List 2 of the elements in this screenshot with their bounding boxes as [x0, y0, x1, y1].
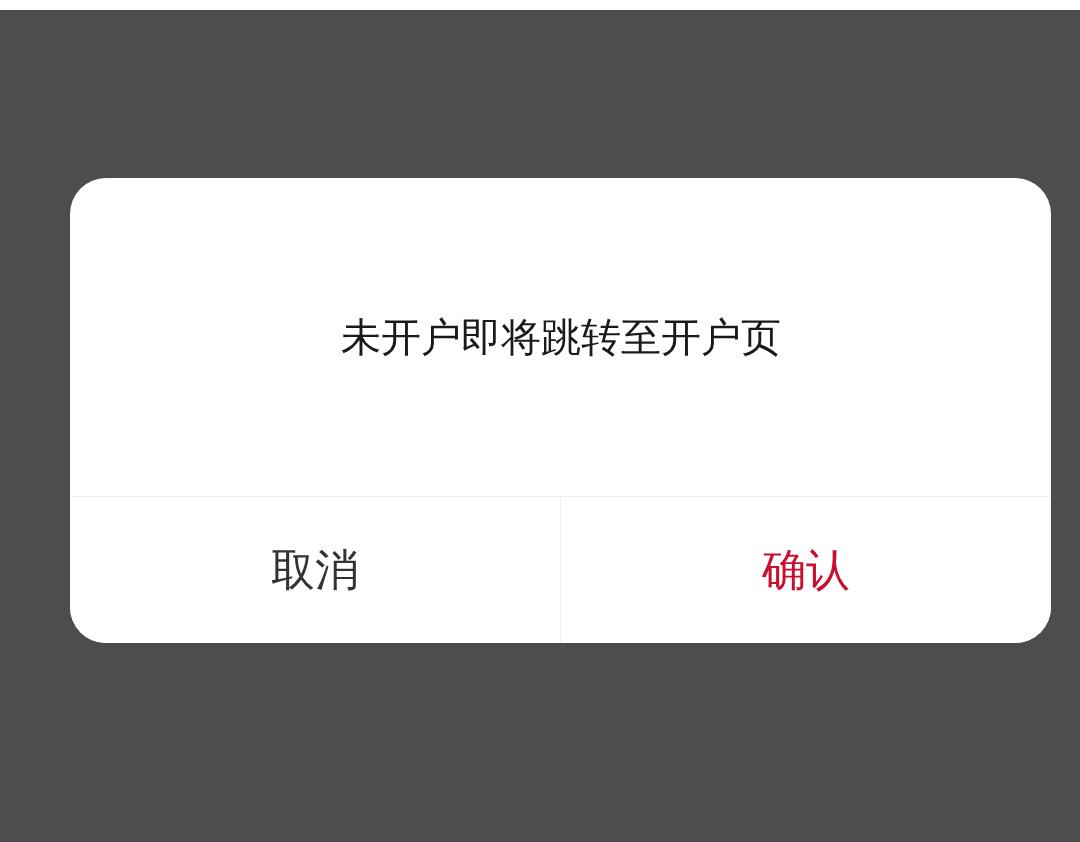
confirm-button[interactable]: 确认 [560, 497, 1051, 643]
dialog-message: 未开户即将跳转至开户页 [340, 312, 781, 362]
